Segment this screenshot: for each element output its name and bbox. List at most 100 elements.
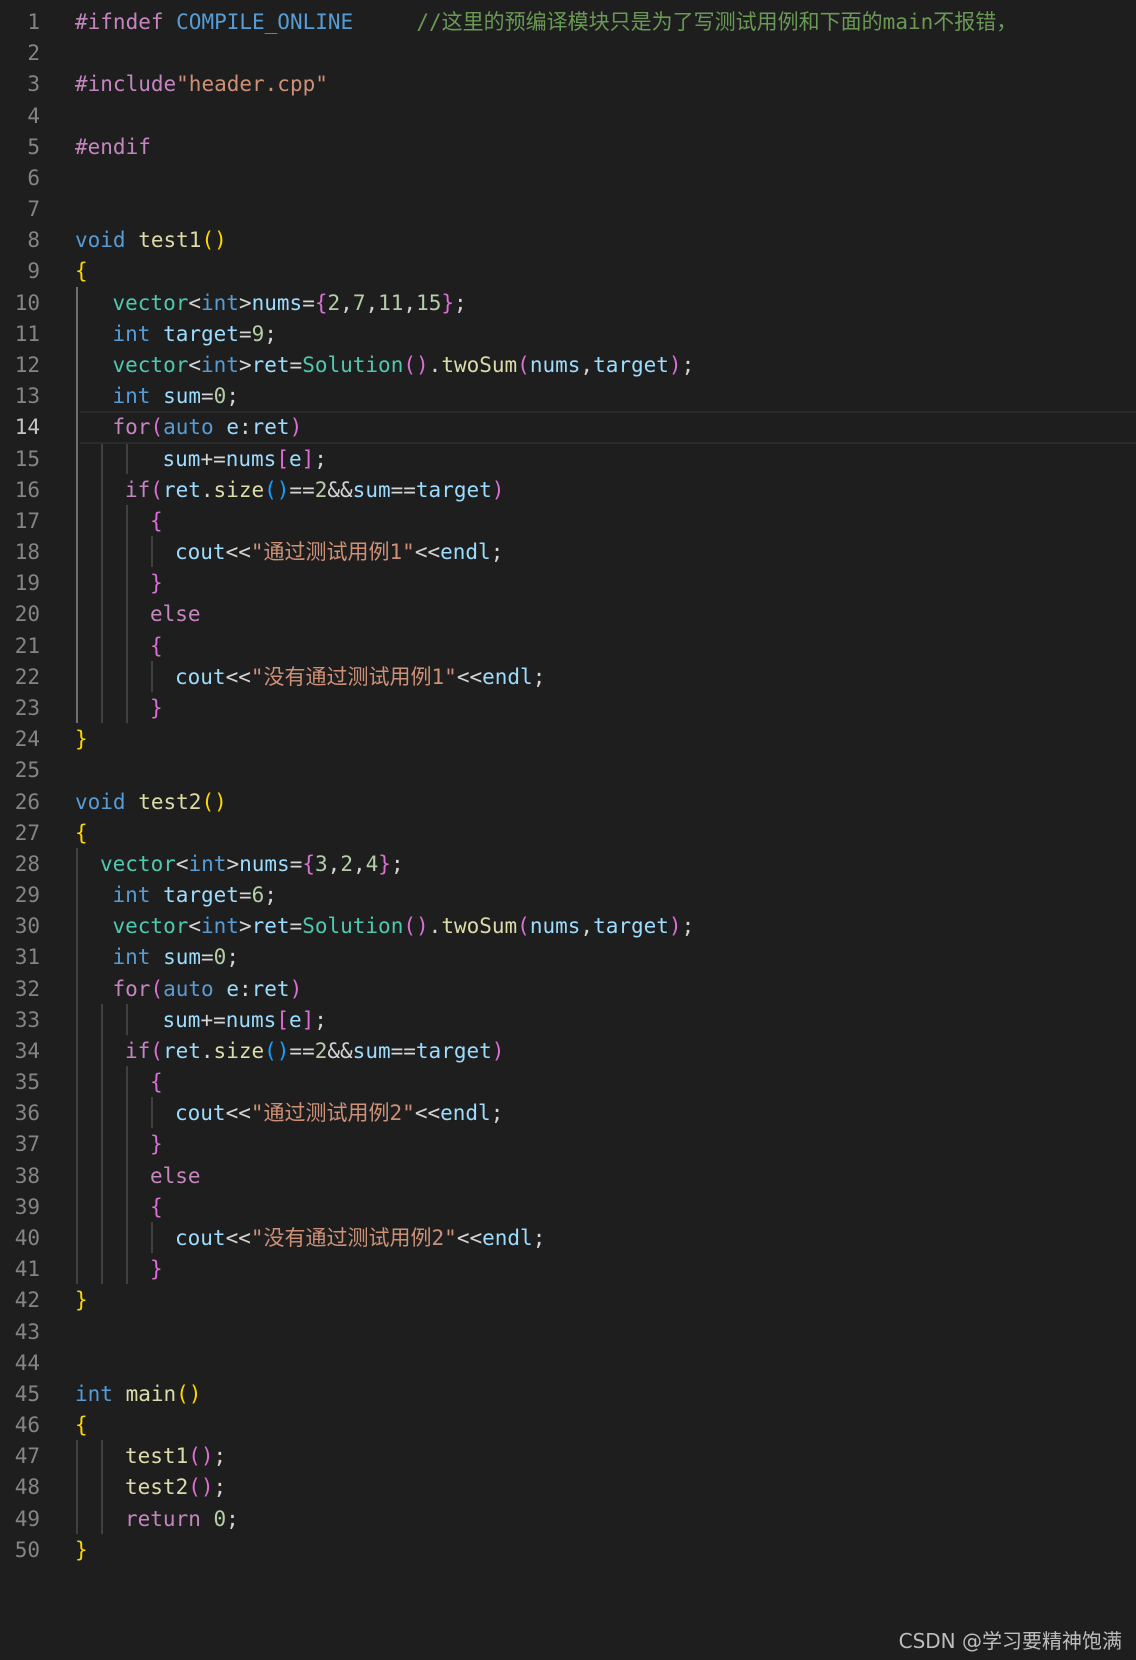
code-line[interactable]: 5 #endif [0,131,1136,164]
code-token: ; [490,1101,504,1126]
code-token: = [289,914,303,939]
line-number: 50 [14,1537,40,1562]
code-token: nums [251,290,303,315]
code-line[interactable]: 36 cout<<"通过测试用例2"<<endl; [0,1097,1136,1130]
code-line[interactable]: 19} [0,567,1136,600]
code-token: ; [264,321,277,346]
code-line[interactable]: 14 for(auto e:ret) [0,411,1136,445]
code-text: int sum=0; [113,941,239,974]
code-token: ) [289,415,303,440]
code-line[interactable]: 27 { [0,817,1136,850]
code-token: void [75,228,139,253]
code-token: = [201,945,214,970]
code-token: } [75,727,88,752]
code-token: for [112,976,151,1001]
code-line[interactable]: 21 { [0,630,1136,663]
code-line[interactable]: 23} [0,692,1136,725]
code-line[interactable]: 48 test2(); [0,1471,1136,1504]
code-token: , [340,290,353,315]
code-line[interactable]: 33 sum+=nums[e]; [0,1004,1136,1037]
code-line[interactable]: 6 [0,162,1136,195]
line-number: 40 [14,1226,40,1251]
code-line[interactable]: 17 { [0,505,1136,538]
code-line[interactable]: 13 int sum=0; [0,380,1136,413]
code-token: main [125,1381,177,1406]
code-line[interactable]: 40 cout<<"没有通过测试用例2"<<endl; [0,1222,1136,1255]
code-text: for(auto e:ret) [113,973,303,1006]
code-token: () [188,1475,214,1500]
code-text: { [150,505,163,538]
code-line[interactable]: 42} [0,1284,1136,1317]
code-token: ret [251,415,290,440]
code-token: == [289,477,315,502]
code-line[interactable]: 12 vector<int>ret=Solution().twoSum(nums,… [0,349,1136,382]
code-line[interactable]: 32 for(auto e:ret) [0,973,1136,1006]
code-token: > [238,914,252,939]
code-line[interactable]: 46 { [0,1409,1136,1442]
line-number: 34 [14,1038,40,1063]
code-line[interactable]: 41} [0,1253,1136,1286]
line-number: 47 [14,1444,40,1469]
code-line[interactable]: 2 [0,37,1136,70]
code-token: = [302,290,315,315]
code-line[interactable]: 50} [0,1534,1136,1567]
code-token: 11 [378,290,404,315]
line-number: 29 [14,883,40,908]
code-token: nums [225,446,277,471]
code-line[interactable]: 11 int target=9; [0,318,1136,351]
code-line[interactable]: 3 #include"header.cpp" [0,68,1136,101]
code-line[interactable]: 8 void test1() [0,224,1136,257]
code-text: } [150,1253,163,1286]
code-line[interactable]: 22 cout<<"没有通过测试用例1"<<endl; [0,661,1136,694]
code-line[interactable]: 45 int main() [0,1378,1136,1411]
line-number: 30 [14,914,40,939]
code-line[interactable]: 29 int target=6; [0,879,1136,912]
code-line[interactable]: 30 vector<int>ret=Solution().twoSum(nums,… [0,910,1136,943]
code-line[interactable]: 7 [0,193,1136,226]
code-token: test1 [125,1444,189,1469]
code-line[interactable]: 4 [0,100,1136,133]
code-line[interactable]: 35 { [0,1066,1136,1099]
code-line[interactable]: 24} [0,723,1136,756]
code-token: 2 [314,1038,328,1063]
code-token: [ [276,446,289,471]
code-token: << [456,664,483,689]
code-token: ; [314,1007,327,1032]
code-line[interactable]: 44 [0,1347,1136,1380]
code-line[interactable]: 20 else [0,598,1136,631]
code-line[interactable]: 10 vector<int>nums={2,7,11,15}; [0,287,1136,320]
code-token: } [150,695,163,720]
code-token: ; [532,1226,546,1251]
code-line[interactable]: 43 [0,1316,1136,1349]
code-line[interactable]: 49 return 0; [0,1503,1136,1536]
code-text: int sum=0; [113,380,239,413]
code-line[interactable]: 25 [0,754,1136,787]
code-line[interactable]: 39 { [0,1191,1136,1224]
line-number: 36 [14,1101,40,1126]
code-line[interactable]: 16 if(ret.size()==2&&sum==target) [0,474,1136,507]
code-line[interactable]: 47 test1(); [0,1440,1136,1473]
code-line[interactable]: 1 #ifndef COMPILE_ONLINE //这里的预编译模块只是为了写测… [0,6,1136,39]
code-line[interactable]: 15 sum+=nums[e]; [0,443,1136,476]
code-line[interactable]: 38 else [0,1160,1136,1193]
line-number: 14 [14,415,40,440]
code-token: << [225,664,251,689]
code-token: ; [314,446,327,471]
code-line[interactable]: 34 if(ret.size()==2&&sum==target) [0,1035,1136,1068]
code-token: vector [112,352,189,377]
code-editor[interactable]: 1 #ifndef COMPILE_ONLINE //这里的预编译模块只是为了写测… [0,0,1136,1660]
line-number: 19 [14,571,40,596]
code-token: endl [440,540,491,565]
code-line[interactable]: 18 cout<<"通过测试用例1"<<endl; [0,536,1136,569]
code-token: ; [681,914,695,939]
code-token: = [201,384,214,409]
code-token: cout [175,664,226,689]
code-line[interactable]: 31 int sum=0; [0,941,1136,974]
code-token: ; [264,883,277,908]
code-token: << [456,1226,483,1251]
code-token: 0 [213,1506,227,1531]
code-line[interactable]: 26 void test2() [0,786,1136,819]
code-line[interactable]: 28 vector<int>nums={3,2,4}; [0,848,1136,881]
code-line[interactable]: 37} [0,1128,1136,1161]
code-line[interactable]: 9{ [0,255,1136,288]
